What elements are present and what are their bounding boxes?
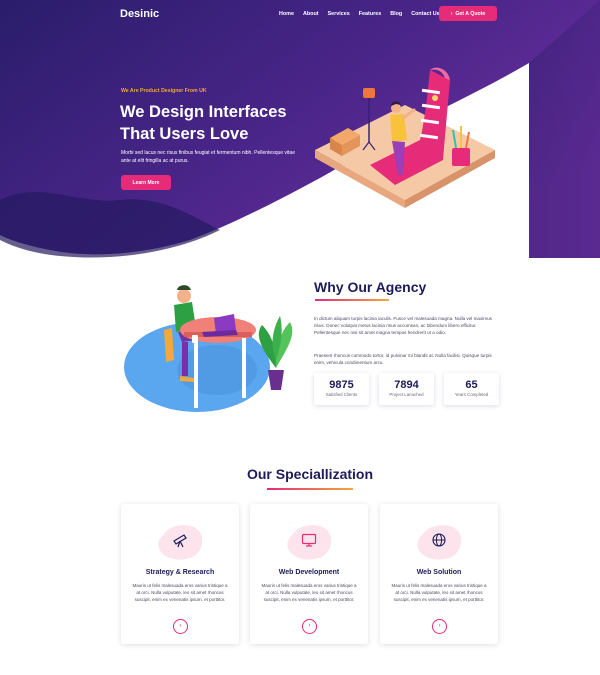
- nav-item-home[interactable]: Home: [279, 11, 294, 17]
- top-nav: Desinic Home About Services Features Blo…: [0, 0, 600, 28]
- card-title: Web Solution: [416, 569, 462, 576]
- agency-illustration: [124, 285, 293, 412]
- telescope-icon: [173, 534, 187, 548]
- hero-illustration: [315, 67, 495, 208]
- hero-description: Morbi sed lacus nec risus finibus feugia…: [121, 150, 295, 164]
- monitor-icon: [301, 533, 317, 547]
- nav-menu: Home About Services Features Blog Contac…: [279, 11, 449, 17]
- stat-card: 65 Years Completed: [444, 373, 499, 405]
- service-card-strategy: Strategy & Research Mauris ut felis male…: [121, 504, 239, 644]
- card-description: Mauris ut felis malesuada eros varius tr…: [261, 583, 357, 602]
- card-more-button[interactable]: ›: [302, 619, 317, 634]
- nav-item-features[interactable]: Features: [359, 11, 381, 17]
- get-quote-button[interactable]: › Get A Quote: [439, 6, 497, 21]
- hero-title-line1: We Design Interfaces: [120, 103, 287, 121]
- why-title: Why Our Agency: [314, 279, 427, 295]
- stat-value: 7894: [394, 379, 419, 391]
- chevron-right-icon: ›: [438, 623, 441, 629]
- stat-label: Years Completed: [454, 392, 489, 397]
- stat-card: 9875 Satisfied Clients: [314, 373, 369, 405]
- stat-value: 9875: [329, 379, 354, 391]
- card-title: Web Development: [278, 569, 340, 576]
- why-title-underline: [315, 299, 389, 301]
- service-card-web-development: Web Development Mauris ut felis malesuad…: [250, 504, 368, 644]
- nav-item-contact[interactable]: Contact Us: [411, 11, 439, 17]
- nav-item-blog[interactable]: Blog: [390, 11, 402, 17]
- specialization-title-underline: [267, 488, 353, 490]
- why-paragraph-1: In dictum aliquam turpis lacinia iaculis…: [314, 316, 492, 335]
- hero-section: Desinic Home About Services Features Blo…: [0, 0, 600, 262]
- nav-item-services[interactable]: Services: [328, 11, 350, 17]
- stat-label: Satisfied Clients: [325, 392, 358, 397]
- specialization-title: Our Speciallization: [246, 466, 374, 482]
- chevron-right-icon: ›: [308, 623, 311, 629]
- get-quote-label: Get A Quote: [455, 10, 486, 17]
- stat-card: 7894 Project Lanuched: [379, 373, 434, 405]
- stat-label: Project Lanuched: [389, 392, 424, 397]
- card-more-button[interactable]: ›: [173, 619, 188, 634]
- card-more-button[interactable]: ›: [432, 619, 447, 634]
- why-paragraph-2: Praesent rhoncus commodo tortor, id pulv…: [314, 353, 492, 365]
- chevron-right-icon: ›: [179, 623, 182, 629]
- logo[interactable]: Desinic: [120, 8, 159, 20]
- learn-more-button[interactable]: Learn More: [121, 175, 171, 190]
- hero-title-line2: That Users Love: [120, 125, 249, 143]
- hero-title: We Design Interfaces That Users Love: [120, 101, 320, 145]
- card-title: Strategy & Research: [145, 569, 215, 576]
- service-card-web-solution: Web Solution Mauris ut felis malesuada e…: [380, 504, 498, 644]
- hero-kicker: We Are Product Designer From UK: [121, 88, 207, 94]
- nav-item-about[interactable]: About: [303, 11, 319, 17]
- arrow-right-icon: ›: [450, 10, 453, 17]
- stat-value: 65: [465, 379, 478, 391]
- card-description: Mauris ut felis malesuada eros varius tr…: [391, 583, 487, 602]
- card-description: Mauris ut felis malesuada eros varius tr…: [132, 583, 228, 602]
- globe-icon: [432, 533, 446, 547]
